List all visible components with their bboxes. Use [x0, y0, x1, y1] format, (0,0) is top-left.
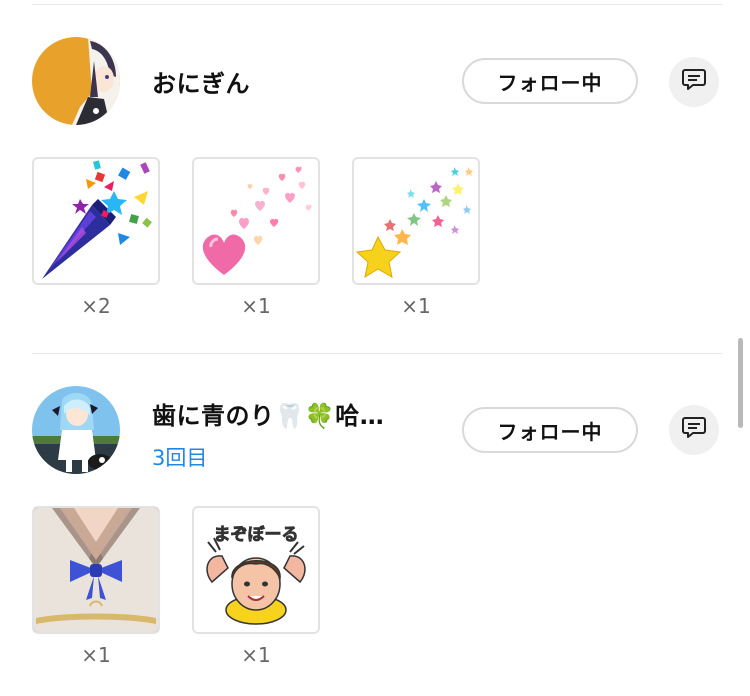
gift-item[interactable]	[352, 157, 480, 285]
gift-item[interactable]	[192, 157, 320, 285]
gift-item[interactable]	[32, 157, 160, 285]
top-divider	[32, 4, 722, 5]
scrollbar[interactable]	[738, 338, 743, 428]
sticker-text: まぞぼーる	[214, 525, 299, 545]
message-button[interactable]	[669, 57, 719, 107]
stars-burst-icon	[354, 159, 478, 283]
gift-count: ×2	[81, 294, 111, 318]
section-divider	[32, 353, 722, 354]
user-name: 歯に青のり🦷🍀哈…	[152, 402, 385, 430]
gift-count: ×1	[241, 294, 271, 318]
gift-item[interactable]	[32, 506, 160, 634]
hearts-burst-icon	[194, 159, 318, 283]
chat-bubble-icon	[681, 68, 707, 96]
gift-item[interactable]: まぞぼーる	[192, 506, 320, 634]
blue-ribbon-illustration-icon	[34, 508, 158, 632]
user-avatar[interactable]	[32, 37, 120, 125]
gift-count: ×1	[401, 294, 431, 318]
chat-bubble-icon	[681, 416, 707, 444]
party-cracker-icon	[34, 159, 158, 283]
follow-button[interactable]: フォロー中	[462, 58, 638, 104]
mazobooru-sticker-icon: まぞぼーる	[194, 508, 318, 632]
message-button[interactable]	[669, 405, 719, 455]
visit-count: 3回目	[152, 446, 208, 470]
gift-list-page: おにぎん フォロー中 ×2 ×1 ×1 歯に青のり🦷🍀哈… 3回目 フォロー中 …	[0, 0, 750, 696]
follow-button[interactable]: フォロー中	[462, 407, 638, 453]
user-avatar[interactable]	[32, 386, 120, 474]
user-name: おにぎん	[152, 70, 250, 98]
gift-count: ×1	[81, 643, 111, 667]
gift-count: ×1	[241, 643, 271, 667]
